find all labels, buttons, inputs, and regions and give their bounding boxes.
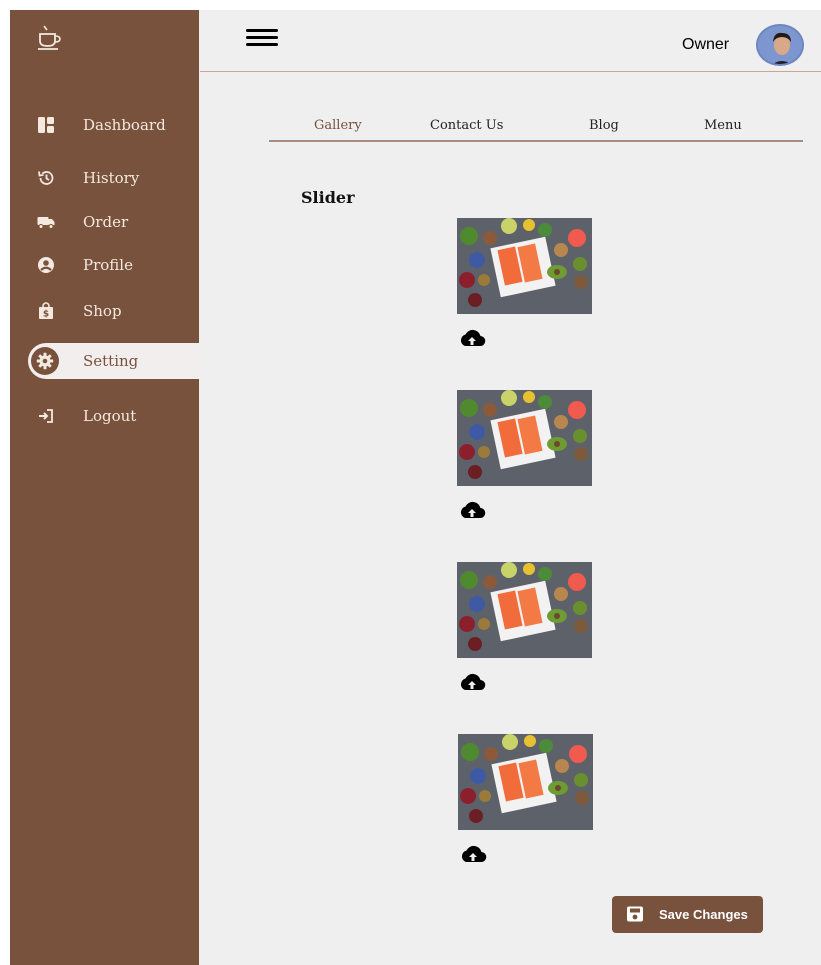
logout-icon (37, 407, 55, 425)
truck-icon (37, 213, 55, 231)
sidebar-item-order[interactable]: Order (10, 204, 199, 240)
food-image (457, 218, 592, 314)
tab-gallery[interactable]: Gallery (314, 118, 362, 133)
sidebar-item-history[interactable]: History (10, 160, 199, 196)
tab-contact-us[interactable]: Contact Us (430, 118, 503, 133)
user-name: Owner (682, 36, 730, 53)
sidebar-item-label: Profile (83, 256, 133, 274)
slider-image (457, 390, 592, 486)
gear-icon (31, 347, 59, 375)
sidebar-item-label: Setting (83, 352, 139, 370)
menu-toggle-button[interactable] (246, 29, 278, 51)
hamburger-line (246, 36, 278, 39)
save-changes-label: Save Changes (659, 907, 748, 922)
upload-cloud-icon[interactable] (458, 672, 486, 692)
sidebar-item-setting[interactable]: Setting (28, 343, 199, 379)
sidebar-item-label: Order (83, 213, 129, 231)
sidebar-item-label: Dashboard (83, 116, 166, 134)
slider-image (457, 218, 592, 314)
sidebar-item-shop[interactable]: $ Shop (10, 293, 199, 329)
tabs-divider (269, 140, 803, 142)
sidebar-item-dashboard[interactable]: Dashboard (10, 107, 199, 143)
sidebar-item-logout[interactable]: Logout (10, 398, 199, 434)
sidebar-item-label: History (83, 169, 140, 187)
save-changes-button[interactable]: Save Changes (612, 896, 763, 933)
food-image (457, 390, 592, 486)
upload-cloud-icon[interactable] (458, 500, 486, 520)
save-icon (627, 906, 643, 922)
svg-text:$: $ (43, 310, 49, 320)
hamburger-line (246, 43, 278, 46)
history-icon (37, 169, 55, 187)
tab-menu[interactable]: Menu (704, 118, 742, 133)
header-divider (200, 71, 821, 72)
sidebar: Dashboard History Order Profile $ Shop S… (10, 10, 199, 965)
sidebar-item-profile[interactable]: Profile (10, 247, 199, 283)
slider-image (458, 734, 593, 830)
avatar[interactable] (756, 24, 804, 66)
coffee-cup-logo-icon (38, 25, 61, 50)
settings-tabs: Gallery Contact Us Blog Menu (269, 118, 803, 142)
slider-image (457, 562, 592, 658)
food-image (457, 562, 592, 658)
hamburger-line (246, 29, 278, 32)
avatar-image (758, 26, 802, 64)
sidebar-item-label: Shop (83, 302, 122, 320)
app-frame: Dashboard History Order Profile $ Shop S… (10, 10, 821, 965)
shopping-bag-icon: $ (37, 302, 55, 320)
upload-cloud-icon[interactable] (459, 844, 487, 864)
tab-blog[interactable]: Blog (589, 118, 619, 133)
section-title: Slider (301, 188, 355, 207)
food-image (458, 734, 593, 830)
sidebar-item-label: Logout (83, 407, 137, 425)
user-circle-icon (37, 256, 55, 274)
dashboard-icon (37, 116, 55, 134)
upload-cloud-icon[interactable] (458, 328, 486, 348)
